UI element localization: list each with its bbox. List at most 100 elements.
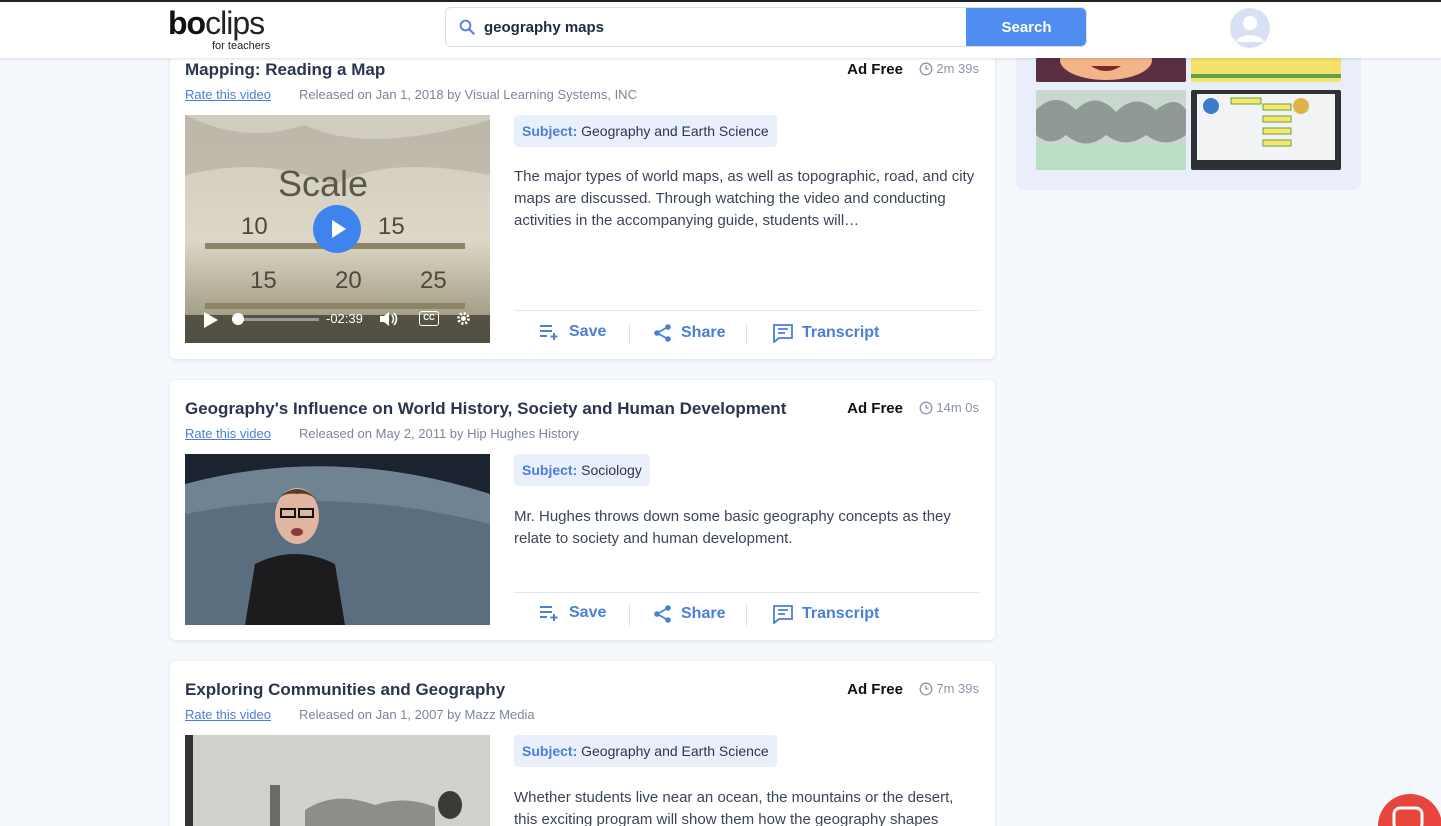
subject-label: Subject: — [522, 123, 578, 139]
transcript-label: Transcript — [802, 324, 880, 341]
gear-icon[interactable] — [455, 310, 472, 327]
logo-subtitle: for teachers — [212, 40, 271, 52]
scale-number: 20 — [335, 267, 362, 294]
boclips-logo[interactable]: boclips for teachers — [168, 6, 288, 54]
search-icon — [459, 19, 475, 35]
video-title[interactable]: Exploring Communities and Geography — [185, 680, 505, 700]
share-icon — [654, 324, 671, 342]
search-input[interactable] — [484, 8, 1004, 46]
progress-handle[interactable] — [232, 313, 244, 325]
subject-tag[interactable]: Subject: Sociology — [514, 454, 650, 486]
subject-value: Geography and Earth Science — [581, 743, 769, 759]
video-description: Mr. Hughes throws down some basic geogra… — [514, 508, 951, 547]
subject-label: Subject: — [522, 462, 578, 478]
duration-text: 14m 0s — [936, 400, 979, 415]
scale-number: 10 — [241, 213, 268, 240]
video-title[interactable]: Mapping: Reading a Map — [185, 60, 385, 80]
video-player[interactable]: Scale 10 15 15 20 25 -02:39 CC — [185, 115, 490, 343]
related-thumbnail-1[interactable] — [1036, 58, 1186, 82]
share-button[interactable]: Share — [653, 323, 725, 343]
play-button[interactable] — [313, 205, 361, 253]
video-card: Geography's Influence on World History, … — [170, 380, 995, 640]
volume-icon[interactable] — [379, 311, 399, 327]
video-actions: Save Share Transcript — [514, 313, 980, 353]
subject-value: Geography and Earth Science — [581, 123, 769, 139]
video-thumbnail[interactable] — [185, 735, 490, 826]
scale-number: 15 — [250, 267, 277, 294]
video-thumbnail[interactable] — [185, 454, 490, 625]
scale-number: 25 — [420, 267, 447, 294]
ad-free-label: Ad Free — [847, 61, 903, 78]
clock-icon — [919, 62, 933, 75]
action-separator — [629, 323, 630, 345]
rain-cloud-image — [1036, 90, 1186, 170]
release-info: Released on Jan 1, 2018 by Visual Learni… — [299, 87, 637, 102]
diagram-screen-image — [1191, 90, 1341, 170]
share-label: Share — [681, 324, 726, 341]
card-divider — [514, 592, 980, 593]
related-videos-panel — [1016, 58, 1361, 190]
subject-tag[interactable]: Subject: Geography and Earth Science — [514, 115, 777, 147]
playlist-add-icon — [540, 325, 558, 340]
related-thumbnail-2[interactable] — [1191, 58, 1341, 82]
video-actions: Save Share Transcript — [514, 594, 980, 634]
video-title[interactable]: Geography's Influence on World History, … — [185, 399, 786, 419]
playlist-add-icon — [540, 606, 558, 621]
logo-clips: clips — [205, 5, 265, 41]
transcript-icon — [773, 605, 793, 624]
ad-free-label: Ad Free — [847, 400, 903, 417]
factory-smoke-image — [185, 735, 490, 826]
card-divider — [514, 310, 980, 311]
transcript-button[interactable]: Transcript — [772, 604, 879, 624]
search-button[interactable]: Search — [966, 8, 1086, 46]
scale-label: Scale — [278, 163, 369, 204]
rate-video-link[interactable]: Rate this video — [185, 707, 271, 722]
release-info: Released on Jan 1, 2007 by Mazz Media — [299, 707, 535, 722]
video-card: Exploring Communities and Geography Ad F… — [170, 661, 995, 826]
progress-track[interactable] — [233, 318, 319, 321]
user-avatar[interactable] — [1230, 8, 1270, 48]
time-remaining: -02:39 — [326, 311, 363, 326]
action-separator — [746, 604, 747, 626]
yellow-slide-image — [1191, 58, 1341, 82]
captions-icon[interactable]: CC — [419, 311, 439, 326]
release-info: Released on May 2, 2011 by Hip Hughes Hi… — [299, 426, 580, 441]
subject-label: Subject: — [522, 743, 578, 759]
video-description: The major types of world maps, as well a… — [514, 168, 975, 229]
video-duration: 7m 39s — [919, 681, 979, 696]
share-icon — [654, 605, 671, 623]
save-label: Save — [569, 604, 607, 621]
share-button[interactable]: Share — [653, 604, 725, 624]
transcript-button[interactable]: Transcript — [772, 323, 879, 343]
top-header: boclips for teachers Search — [0, 0, 1441, 58]
transcript-icon — [773, 324, 793, 343]
search-bar: Search — [445, 7, 1087, 47]
rate-video-link[interactable]: Rate this video — [185, 426, 271, 441]
share-label: Share — [681, 605, 726, 622]
video-duration: 2m 39s — [919, 61, 979, 76]
duration-text: 7m 39s — [936, 681, 979, 696]
clock-icon — [919, 682, 933, 695]
chat-widget-button[interactable] — [1378, 794, 1441, 826]
rate-video-link[interactable]: Rate this video — [185, 87, 271, 102]
action-separator — [746, 323, 747, 345]
related-thumbnail-4[interactable] — [1191, 90, 1341, 170]
subject-tag[interactable]: Subject: Geography and Earth Science — [514, 735, 777, 767]
play-icon[interactable] — [203, 311, 219, 329]
save-label: Save — [569, 323, 607, 340]
save-button[interactable]: Save — [539, 604, 606, 622]
ad-free-label: Ad Free — [847, 681, 903, 698]
duration-text: 2m 39s — [936, 61, 979, 76]
cartoon-face-image — [1036, 58, 1186, 82]
presenter-earth-image — [185, 454, 490, 625]
player-controls: -02:39 CC — [185, 301, 490, 335]
transcript-label: Transcript — [802, 605, 880, 622]
related-thumbnail-3[interactable] — [1036, 90, 1186, 170]
video-description: Whether students live near an ocean, the… — [514, 789, 954, 826]
chat-icon — [1392, 806, 1424, 826]
subject-value: Sociology — [581, 462, 642, 478]
scale-number: 15 — [378, 213, 405, 240]
save-button[interactable]: Save — [539, 323, 606, 341]
video-duration: 14m 0s — [919, 400, 979, 415]
play-icon — [332, 220, 346, 238]
